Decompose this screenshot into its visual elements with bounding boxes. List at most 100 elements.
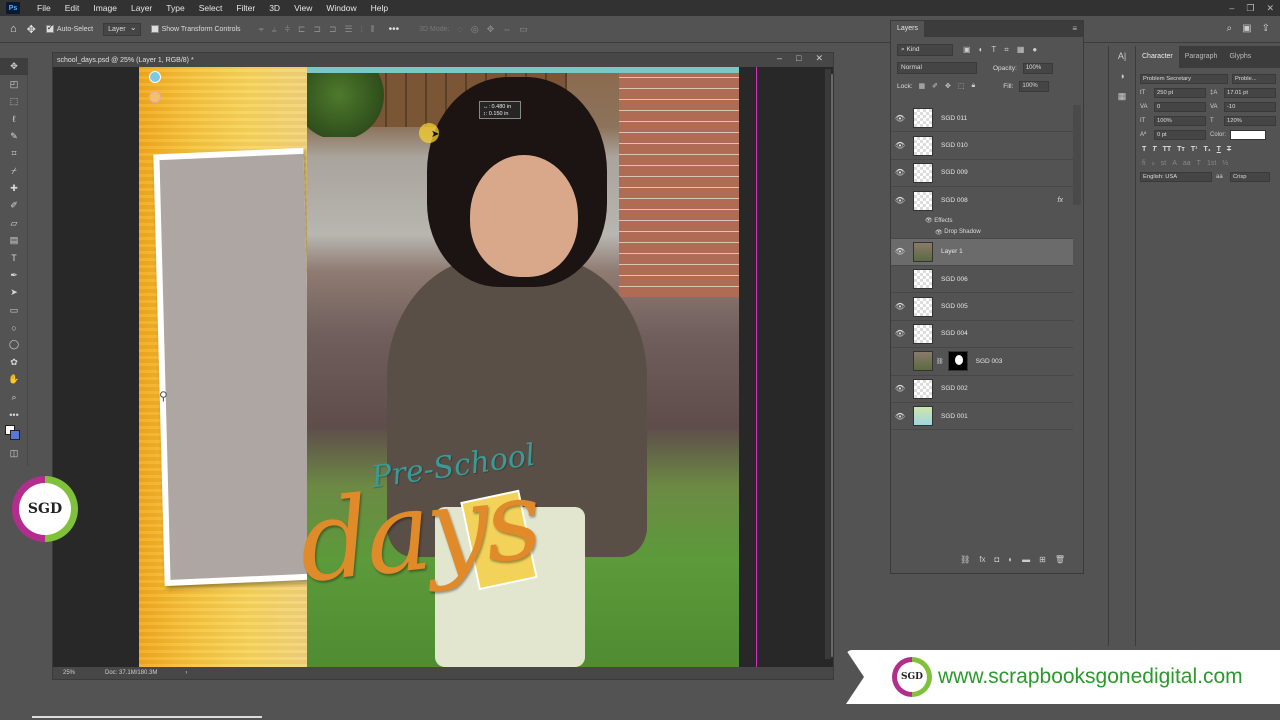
new-layer-icon[interactable]: ⊞ xyxy=(1039,555,1046,569)
font-family-dropdown[interactable]: Problem Secretary xyxy=(1140,74,1228,84)
tab-glyphs[interactable]: Glyphs xyxy=(1223,46,1257,68)
tab-character[interactable]: Character xyxy=(1136,46,1179,68)
move-tool-icon[interactable]: ✥ xyxy=(27,23,36,36)
visibility-eye-icon[interactable]: 👁︎ xyxy=(891,141,909,150)
3d-roll-icon[interactable]: ◎ xyxy=(471,24,479,35)
font-size-field[interactable]: 250 pt xyxy=(1154,88,1206,98)
panel-menu-icon[interactable]: ≡ xyxy=(1072,24,1077,33)
filter-kind-dropdown[interactable]: ⌕ Kind xyxy=(897,44,953,56)
fraction-half-icon[interactable]: ½ xyxy=(1222,160,1228,167)
vertical-scrollbar[interactable] xyxy=(825,69,834,659)
eraser-tool-icon[interactable]: ▱ xyxy=(0,215,28,232)
photoshop-logo-icon[interactable]: Ps xyxy=(6,2,20,14)
align-hcenter-icon[interactable]: ⊐ xyxy=(313,24,321,35)
layer-row[interactable]: 👁︎ SGD 010 xyxy=(891,132,1073,160)
link-layers-icon[interactable]: ⛓ xyxy=(960,555,970,569)
drop-shadow-row[interactable]: 👁︎ Drop Shadow xyxy=(891,227,1073,239)
background-color-swatch[interactable] xyxy=(10,430,20,441)
filter-toggle-icon[interactable]: ● xyxy=(1032,45,1037,55)
effects-row[interactable]: 👁︎ Effects xyxy=(891,215,1073,227)
fill-input[interactable]: 100% xyxy=(1019,80,1050,92)
kerning-field[interactable]: 0 xyxy=(1154,102,1206,112)
baseline-shift-field[interactable]: 0 pt xyxy=(1154,130,1206,140)
horizontal-scale-field[interactable]: 120% xyxy=(1224,116,1276,126)
visibility-eye-icon[interactable]: 👁︎ xyxy=(891,412,909,421)
canvas[interactable]: ⚲ days Pre-School ➤ ↔: 0.480 in ↕: 0.150… xyxy=(139,67,739,667)
vertical-scale-field[interactable]: 100% xyxy=(1154,116,1206,126)
menu-select[interactable]: Select xyxy=(192,3,230,13)
adjustments-panel-icon[interactable]: ◑ xyxy=(1109,66,1135,86)
artboard-tool-icon[interactable]: ◰ xyxy=(0,75,28,92)
layer-mask-thumbnail[interactable] xyxy=(947,351,968,372)
swash-icon[interactable]: st xyxy=(1161,160,1166,167)
filter-pixel-icon[interactable]: ▣ xyxy=(963,45,971,55)
font-style-dropdown[interactable]: Proble... xyxy=(1232,74,1276,84)
menu-edit[interactable]: Edit xyxy=(58,3,87,13)
tab-layers[interactable]: Layers xyxy=(891,21,925,37)
3d-pan-icon[interactable]: ✥ xyxy=(487,24,495,35)
visibility-eye-icon[interactable]: 👁︎ xyxy=(891,302,909,311)
layer-row-selected[interactable]: 👁︎ Layer 1 xyxy=(891,238,1073,266)
pen-tool-icon[interactable]: ✒ xyxy=(0,267,28,284)
restore-icon[interactable]: ❐ xyxy=(1246,3,1254,14)
filter-adjustment-icon[interactable]: ◐ xyxy=(979,45,984,55)
doc-minimize-icon[interactable]: – xyxy=(777,53,782,64)
tab-paragraph[interactable]: Paragraph xyxy=(1179,46,1224,68)
align-left-icon[interactable]: ⊏ xyxy=(298,24,306,35)
strikethrough-icon[interactable]: T xyxy=(1227,146,1231,153)
lock-artboard-icon[interactable]: ⬚ xyxy=(958,82,965,90)
lock-pixels-icon[interactable]: ✐ xyxy=(932,82,938,90)
layer-row[interactable]: 👁︎ SGD 008 fx xyxy=(891,187,1073,214)
workspace-icon[interactable]: ▣ xyxy=(1242,23,1251,34)
3d-scale-icon[interactable]: ▭ xyxy=(519,24,528,35)
type-tool-icon[interactable]: T xyxy=(0,249,28,266)
character-panel-icon[interactable]: A| xyxy=(1109,46,1135,66)
more-options-icon[interactable]: ••• xyxy=(389,24,400,35)
menu-file[interactable]: File xyxy=(30,3,58,13)
antialias-dropdown[interactable]: Crisp xyxy=(1230,172,1270,182)
align-vcenter-icon[interactable]: ⫨ xyxy=(272,24,277,35)
leading-field[interactable]: 17.01 pt xyxy=(1224,88,1276,98)
menu-type[interactable]: Type xyxy=(159,3,191,13)
filter-shape-icon[interactable]: ⌗ xyxy=(1004,45,1009,55)
filter-smart-object-icon[interactable]: ▦ xyxy=(1017,45,1025,55)
marquee-tool-icon[interactable]: ⬚ xyxy=(0,93,28,110)
zoom-tool-icon[interactable]: ⌕ xyxy=(0,388,28,405)
ligature-icon[interactable]: fi xyxy=(1142,160,1146,167)
layer-row[interactable]: 👁︎ SGD 005 xyxy=(891,293,1073,321)
effect-eye-icon[interactable]: 👁︎ xyxy=(925,217,934,224)
menu-help[interactable]: Help xyxy=(364,3,395,13)
status-arrow-icon[interactable]: › xyxy=(185,670,187,676)
layer-row[interactable]: ⛓ SGD 003 xyxy=(891,348,1073,376)
menu-layer[interactable]: Layer xyxy=(124,3,159,13)
visibility-eye-icon[interactable]: 👁︎ xyxy=(891,329,909,338)
subscript-icon[interactable]: T₁ xyxy=(1203,146,1210,153)
layer-row[interactable]: 👁︎ SGD 009 xyxy=(891,160,1073,188)
faux-bold-icon[interactable]: T xyxy=(1142,146,1146,153)
minimize-icon[interactable]: – xyxy=(1229,3,1234,13)
healing-brush-tool-icon[interactable]: ✚ xyxy=(0,180,28,197)
quick-mask-icon[interactable]: ◫ xyxy=(0,445,28,462)
distribute-spacing-icon[interactable]: ⦙ xyxy=(361,24,363,35)
new-group-icon[interactable]: ▬ xyxy=(1022,555,1030,569)
lock-all-icon[interactable]: 🔒︎ xyxy=(972,82,976,90)
menu-view[interactable]: View xyxy=(287,3,319,13)
filter-type-icon[interactable]: T xyxy=(991,45,996,55)
custom-shape-tool-icon[interactable]: ✿ xyxy=(0,354,28,371)
libraries-panel-icon[interactable]: ▦ xyxy=(1109,86,1135,106)
zoom-level[interactable]: 25% xyxy=(63,670,75,676)
hand-tool-icon[interactable]: ✋ xyxy=(0,371,28,388)
tracking-field[interactable]: -10 xyxy=(1224,102,1276,112)
move-tool-icon[interactable]: ✥ xyxy=(0,58,28,76)
show-transform-controls-checkbox[interactable] xyxy=(150,25,159,33)
add-style-icon[interactable]: fx xyxy=(979,555,985,569)
color-swatches[interactable] xyxy=(0,423,28,445)
small-caps-icon[interactable]: Tт xyxy=(1177,146,1185,153)
distribute-icon[interactable]: ☰ xyxy=(345,24,353,35)
layer-row[interactable]: 👁︎ SGD 001 xyxy=(891,403,1073,431)
rectangle-tool-icon[interactable]: ▭ xyxy=(0,301,28,318)
layer-row[interactable]: 👁︎ SGD 011 xyxy=(891,105,1073,133)
language-dropdown[interactable]: English: USA xyxy=(1140,172,1212,182)
path-selection-tool-icon[interactable]: ➤ xyxy=(0,284,28,301)
ordinal-icon[interactable]: T xyxy=(1197,160,1201,167)
